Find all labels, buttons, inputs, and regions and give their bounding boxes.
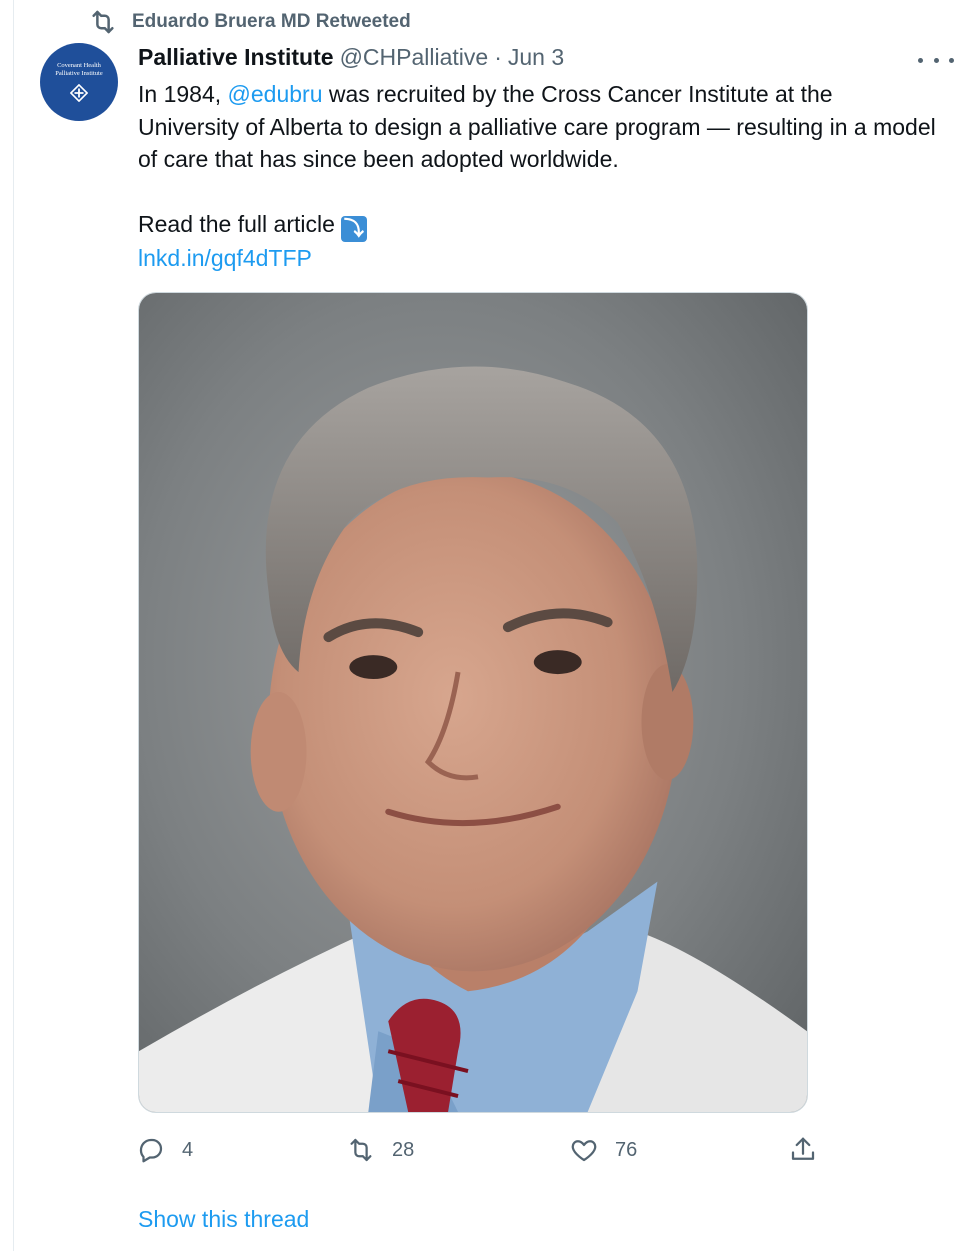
social-context[interactable]: Eduardo Bruera MD Retweeted <box>88 8 411 36</box>
retweet-button[interactable]: 28 <box>346 1130 414 1170</box>
reply-icon <box>139 1138 163 1163</box>
covenant-logo-icon <box>70 84 88 102</box>
timestamp[interactable]: Jun 3 <box>508 44 564 71</box>
share-button[interactable] <box>788 1130 818 1170</box>
portrait-photo <box>139 293 807 1112</box>
avatar-line-2: Palliative Institute <box>55 70 103 77</box>
timeline-border <box>13 0 14 1251</box>
show-thread-link[interactable]: Show this thread <box>138 1206 309 1233</box>
like-button[interactable]: 76 <box>569 1130 637 1170</box>
retweet-icon <box>350 1138 372 1162</box>
reply-count: 4 <box>182 1138 194 1161</box>
arrow-down-emoji-icon: ⤵ <box>340 216 367 242</box>
avatar[interactable]: Covenant Health Palliative Institute <box>40 43 118 121</box>
tweet-photo[interactable] <box>138 292 808 1113</box>
handle[interactable]: @CHPalliative <box>340 44 489 71</box>
tweet-text-part: In 1984, <box>138 81 228 107</box>
article-link[interactable]: lnkd.in/gqf4dTFP <box>138 245 312 271</box>
separator: · <box>494 44 502 70</box>
like-count: 76 <box>615 1138 638 1161</box>
tweet-paragraph: In 1984, @edubru was recruited by the Cr… <box>138 78 938 176</box>
retweet-icon <box>92 10 114 34</box>
read-more-text: Read the full article <box>138 211 335 237</box>
action-bar: 4 28 76 <box>136 1130 826 1170</box>
tweet-header: Palliative Institute @CHPalliative · Jun… <box>138 44 564 74</box>
display-name[interactable]: Palliative Institute <box>138 44 334 71</box>
mention-link[interactable]: @edubru <box>228 81 323 107</box>
read-more-line: Read the full article ⤵ <box>138 208 938 242</box>
retweet-count: 28 <box>392 1138 415 1161</box>
tweet-text: In 1984, @edubru was recruited by the Cr… <box>138 78 938 275</box>
heart-icon <box>571 1140 597 1162</box>
share-icon <box>791 1137 815 1160</box>
link-line: lnkd.in/gqf4dTFP <box>138 242 938 275</box>
reply-button[interactable]: 4 <box>136 1130 193 1170</box>
more-options-icon[interactable] <box>918 48 954 72</box>
avatar-line-1: Covenant Health <box>57 62 101 69</box>
social-context-label: Eduardo Bruera MD Retweeted <box>132 11 411 32</box>
